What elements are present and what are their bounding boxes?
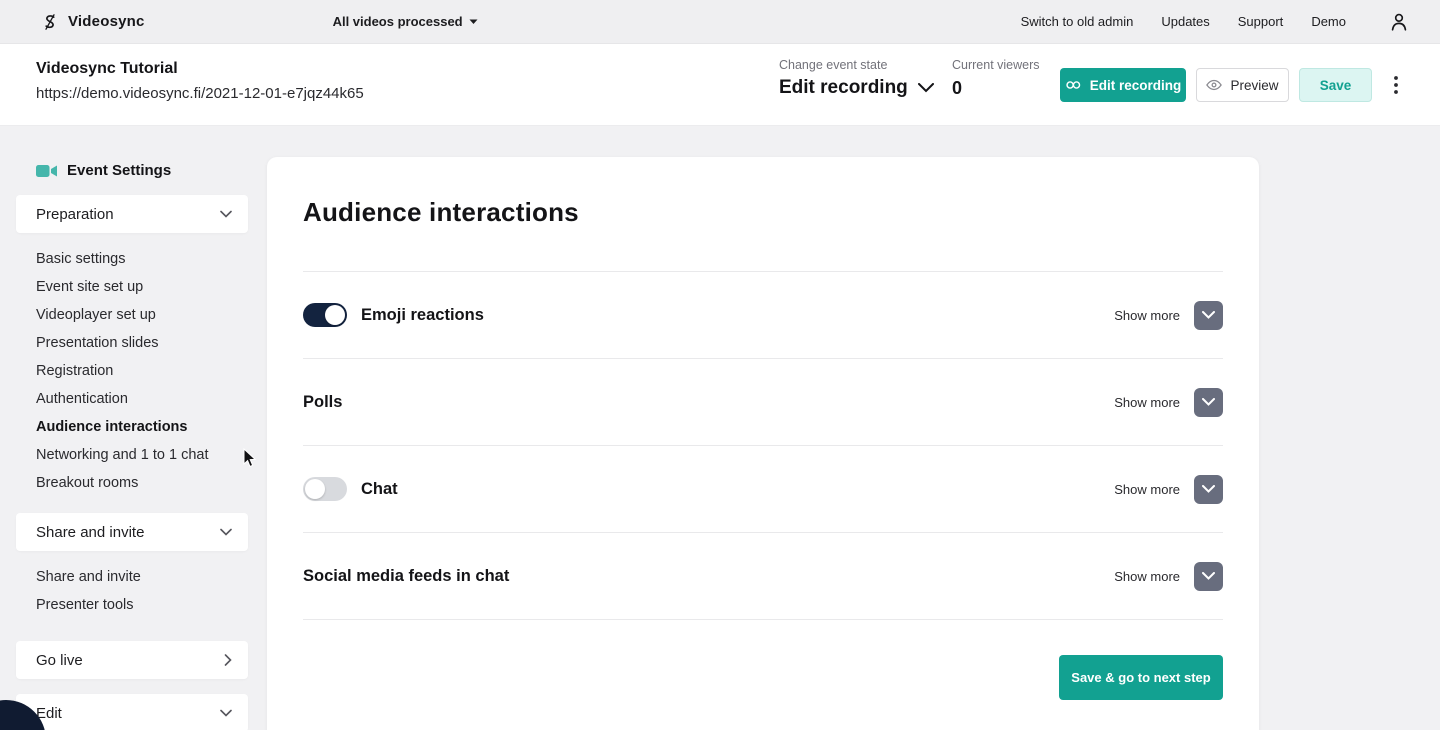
more-options-kebab-icon[interactable] xyxy=(1388,70,1404,100)
nav-items-preparation: Basic settings Event site set up Videopl… xyxy=(0,245,267,497)
nav-group-share-and-invite[interactable]: Share and invite xyxy=(16,513,248,551)
sidebar-item-share-and-invite[interactable]: Share and invite xyxy=(0,563,267,591)
sidebar: Event Settings Preparation Basic setting… xyxy=(0,126,267,730)
sidebar-title-label: Event Settings xyxy=(67,162,171,179)
videos-processed-label: All videos processed xyxy=(333,14,463,29)
sidebar-item-event-site-set-up[interactable]: Event site set up xyxy=(0,273,267,301)
link-demo[interactable]: Demo xyxy=(1311,14,1346,29)
sidebar-item-videoplayer-set-up[interactable]: Videoplayer set up xyxy=(0,301,267,329)
page-title: Audience interactions xyxy=(303,157,1223,228)
feature-label: Emoji reactions xyxy=(361,306,484,325)
nav-group-edit[interactable]: Edit xyxy=(16,694,248,730)
nav-group-label: Go live xyxy=(36,652,83,669)
chevron-down-icon xyxy=(220,210,232,218)
sidebar-item-breakout-rooms[interactable]: Breakout rooms xyxy=(0,469,267,497)
link-support[interactable]: Support xyxy=(1238,14,1284,29)
chat-toggle[interactable] xyxy=(303,477,347,501)
user-account-icon[interactable] xyxy=(1388,11,1410,33)
feature-label: Social media feeds in chat xyxy=(303,567,509,586)
feature-row-chat: Chat Show more xyxy=(303,446,1223,533)
sidebar-title: Event Settings xyxy=(36,162,267,179)
top-bar: Videosync All videos processed Switch to… xyxy=(0,0,1440,44)
toggle-knob xyxy=(305,479,325,499)
sidebar-item-registration[interactable]: Registration xyxy=(0,357,267,385)
feature-row-social-media-feeds: Social media feeds in chat Show more xyxy=(303,533,1223,620)
expand-chevron-button[interactable] xyxy=(1194,301,1223,330)
show-more-link[interactable]: Show more xyxy=(1114,395,1180,410)
brand-logo[interactable]: Videosync xyxy=(40,12,145,32)
save-button[interactable]: Save xyxy=(1299,68,1372,102)
sidebar-item-presentation-slides[interactable]: Presentation slides xyxy=(0,329,267,357)
show-more-link[interactable]: Show more xyxy=(1114,482,1180,497)
eye-icon xyxy=(1206,79,1222,91)
nav-group-label: Preparation xyxy=(36,206,114,223)
link-updates[interactable]: Updates xyxy=(1161,14,1209,29)
edit-recording-button[interactable]: Edit recording xyxy=(1060,68,1186,102)
chevron-down-icon xyxy=(220,528,232,536)
expand-chevron-button[interactable] xyxy=(1194,562,1223,591)
nav-group-label: Share and invite xyxy=(36,524,144,541)
sidebar-item-audience-interactions[interactable]: Audience interactions xyxy=(0,413,267,441)
save-and-next-step-button[interactable]: Save & go to next step xyxy=(1059,655,1223,700)
feature-label: Polls xyxy=(303,393,342,412)
chevron-right-icon xyxy=(224,654,232,666)
show-more-link[interactable]: Show more xyxy=(1114,569,1180,584)
preview-button[interactable]: Preview xyxy=(1196,68,1289,102)
save-label: Save xyxy=(1320,78,1352,93)
link-switch-old-admin[interactable]: Switch to old admin xyxy=(1021,14,1134,29)
sidebar-item-networking-1to1-chat[interactable]: Networking and 1 to 1 chat xyxy=(0,441,267,469)
expand-chevron-button[interactable] xyxy=(1194,388,1223,417)
feature-row-emoji-reactions: Emoji reactions Show more xyxy=(303,272,1223,359)
caret-down-icon xyxy=(469,19,478,25)
show-more-link[interactable]: Show more xyxy=(1114,308,1180,323)
current-viewers-label: Current viewers xyxy=(952,58,1040,72)
brand-name: Videosync xyxy=(68,13,145,30)
event-header: Videosync Tutorial https://demo.videosyn… xyxy=(0,44,1440,126)
nav-group-go-live[interactable]: Go live xyxy=(16,641,248,679)
event-state-value: Edit recording xyxy=(779,77,908,99)
event-url[interactable]: https://demo.videosync.fi/2021-12-01-e7j… xyxy=(36,85,364,102)
sidebar-item-presenter-tools[interactable]: Presenter tools xyxy=(0,591,267,619)
event-state-label: Change event state xyxy=(779,58,887,72)
preview-label: Preview xyxy=(1230,78,1278,93)
edit-recording-label: Edit recording xyxy=(1090,78,1182,93)
nav-group-preparation[interactable]: Preparation xyxy=(16,195,248,233)
feature-label: Chat xyxy=(361,480,398,499)
feature-row-polls: Polls Show more xyxy=(303,359,1223,446)
main-content-card: Audience interactions Emoji reactions Sh… xyxy=(267,157,1259,730)
event-title: Videosync Tutorial xyxy=(36,60,178,78)
chevron-down-icon xyxy=(220,709,232,717)
videosync-logo-icon xyxy=(40,12,60,32)
sidebar-item-basic-settings[interactable]: Basic settings xyxy=(0,245,267,273)
expand-chevron-button[interactable] xyxy=(1194,475,1223,504)
toggle-knob xyxy=(325,305,345,325)
current-viewers-count: 0 xyxy=(952,78,962,99)
event-state-dropdown[interactable]: Edit recording xyxy=(779,77,934,99)
link-icon xyxy=(1065,79,1082,91)
emoji-reactions-toggle[interactable] xyxy=(303,303,347,327)
topbar-links: Switch to old admin Updates Support Demo xyxy=(1021,11,1410,33)
nav-items-share-and-invite: Share and invite Presenter tools xyxy=(0,563,267,619)
sidebar-item-authentication[interactable]: Authentication xyxy=(0,385,267,413)
video-camera-icon xyxy=(36,164,57,178)
videos-processed-dropdown[interactable]: All videos processed xyxy=(333,14,478,29)
chevron-down-icon xyxy=(918,83,934,93)
